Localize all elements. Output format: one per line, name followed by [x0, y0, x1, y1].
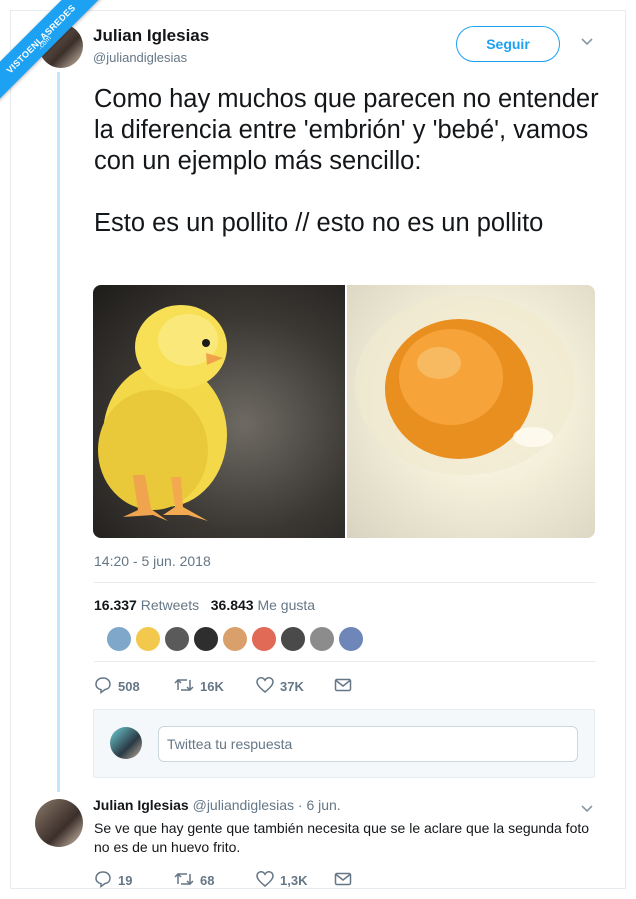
tweet-media[interactable] — [93, 285, 595, 538]
likes-label[interactable]: Me gusta — [257, 597, 315, 613]
likes-count[interactable]: 36.843 — [211, 597, 254, 613]
liker-avatar[interactable] — [222, 626, 248, 652]
reply-author-handle[interactable]: @juliandiglesias — [193, 797, 294, 813]
retweet-icon — [174, 870, 194, 891]
heart-icon — [256, 676, 274, 697]
reply-icon — [94, 870, 112, 891]
author-handle[interactable]: @juliandiglesias — [93, 50, 187, 65]
reply-header: Julian Iglesias @juliandiglesias · 6 jun… — [93, 797, 341, 813]
tweet-stats: 16.337 Retweets 36.843 Me gusta — [94, 597, 315, 613]
reply-count: 508 — [118, 678, 140, 694]
reply-author-avatar[interactable] — [35, 799, 83, 847]
retweets-count[interactable]: 16.337 — [94, 597, 137, 613]
reply-count: 19 — [118, 872, 133, 888]
retweet-button[interactable]: 16K — [174, 676, 224, 696]
liker-avatar[interactable] — [106, 626, 132, 652]
reply-icon — [94, 676, 112, 697]
message-button[interactable] — [334, 870, 352, 890]
divider — [94, 661, 596, 662]
chick-photo[interactable] — [93, 285, 345, 538]
like-button[interactable]: 37K — [256, 676, 304, 696]
egg-photo[interactable] — [347, 285, 595, 538]
message-icon — [334, 677, 352, 696]
retweet-icon — [174, 676, 194, 697]
like-count: 37K — [280, 678, 304, 694]
reply-date[interactable]: 6 jun. — [306, 797, 340, 813]
reply-author-name[interactable]: Julian Iglesias — [93, 797, 189, 813]
thread-line — [57, 72, 60, 792]
tweet-text-paragraph: Esto es un pollito // esto no es un poll… — [94, 209, 544, 237]
liker-avatar[interactable] — [338, 626, 364, 652]
user-avatar[interactable] — [110, 727, 142, 759]
reply-input[interactable]: Twittea tu respuesta — [158, 726, 578, 762]
like-button[interactable]: 1,3K — [256, 870, 307, 890]
liker-avatar[interactable] — [309, 626, 335, 652]
reply-text: Se ve que hay gente que también necesita… — [94, 820, 590, 855]
liker-avatar[interactable] — [135, 626, 161, 652]
reply-composer: Twittea tu respuesta — [93, 709, 595, 778]
liker-avatar[interactable] — [251, 626, 277, 652]
retweet-count: 16K — [200, 678, 224, 694]
retweet-count: 68 — [200, 872, 215, 888]
message-icon — [334, 871, 352, 890]
reply-separator: · — [297, 797, 303, 813]
tweet-text-paragraph: Como hay muchos que parecen no entender … — [94, 85, 599, 175]
follow-button[interactable]: Seguir — [456, 26, 560, 62]
message-button[interactable] — [334, 676, 352, 696]
tweet-text: Como hay muchos que parecen no entender … — [94, 84, 604, 270]
chevron-down-icon[interactable] — [580, 34, 594, 51]
tweet-timestamp[interactable]: 14:20 - 5 jun. 2018 — [94, 553, 211, 569]
retweet-button[interactable]: 68 — [174, 870, 214, 890]
divider — [94, 582, 596, 583]
liker-avatar[interactable] — [164, 626, 190, 652]
like-count: 1,3K — [280, 872, 308, 888]
reply-button[interactable]: 19 — [94, 870, 132, 890]
reply-button[interactable]: 508 — [94, 676, 140, 696]
liker-avatar[interactable] — [280, 626, 306, 652]
heart-icon — [256, 870, 274, 891]
chevron-down-icon[interactable] — [580, 801, 594, 818]
retweets-label[interactable]: Retweets — [141, 597, 199, 613]
author-name[interactable]: Julian Iglesias — [93, 26, 209, 46]
liker-avatar[interactable] — [193, 626, 219, 652]
